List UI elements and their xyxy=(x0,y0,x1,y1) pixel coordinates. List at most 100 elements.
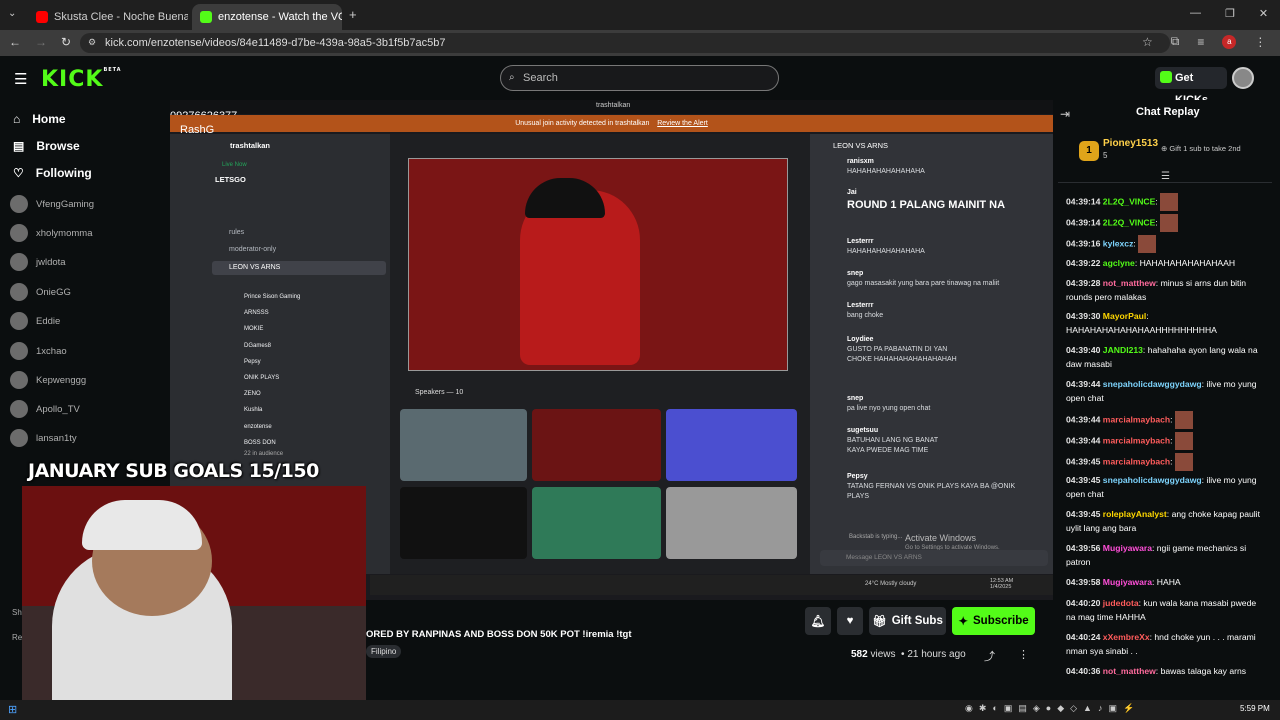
nav-browse[interactable]: ▤ Browse xyxy=(13,139,80,153)
browser-tab-1[interactable]: Skusta Clee - Noche Buena (Offi ✕ xyxy=(28,4,188,30)
avatar xyxy=(10,429,28,447)
cam-person-cap xyxy=(82,500,202,550)
collapse-chat-icon[interactable]: ⇥ xyxy=(1060,107,1070,121)
kick-logo[interactable]: KICKBETA xyxy=(41,67,122,92)
sidebar-partial-label: Re xyxy=(12,633,23,642)
avatar xyxy=(10,400,28,418)
discord-voice-users: Prince Sison Gaming ARNSSS MOKIE DGames8 Pep… xyxy=(244,294,301,446)
avatar xyxy=(10,342,28,360)
following-item[interactable]: 1xchao xyxy=(10,342,160,360)
stream-weather: 24°C Mostly cloudy xyxy=(865,581,917,587)
sidebar-partial-label: Sh xyxy=(12,608,22,617)
chat-message: 04:39:45 roleplayAnalyst: ang choke kapa… xyxy=(1066,509,1260,533)
windows-start-icon[interactable]: ⊞ xyxy=(8,703,17,716)
discord-channel: rules xyxy=(229,229,245,236)
following-item[interactable]: Eddie xyxy=(10,312,160,330)
nav-following[interactable]: ♡ Following xyxy=(13,166,92,180)
site-info-icon[interactable]: ⚙ xyxy=(88,37,96,48)
reload-icon[interactable]: ↻ xyxy=(61,35,71,49)
following-item[interactable]: lansan1ty xyxy=(10,429,160,447)
following-item[interactable]: VfengGaming xyxy=(10,195,160,213)
subscribe-button[interactable]: ✦ Subscribe xyxy=(952,607,1035,635)
more-options-icon[interactable]: ⋮ xyxy=(1018,648,1029,661)
browse-icon: ▤ xyxy=(13,139,25,153)
chat-message: 04:40:20 judedota: kun wala kana masabi … xyxy=(1066,598,1257,622)
gifter-rank-badge: 1 xyxy=(1079,141,1099,161)
avatar xyxy=(10,312,28,330)
gift-subs-button[interactable]: 🎁︎ Gift Subs xyxy=(869,607,946,635)
browser-tab-2[interactable]: enzotense - Watch the VOD ✕ xyxy=(192,4,342,30)
follow-heart-icon[interactable]: ♥ xyxy=(837,607,863,635)
chat-message: 04:39:44 marcialmaybach: xyxy=(1066,432,1266,450)
msg-author: Pepsy xyxy=(847,473,868,480)
chat-message: 04:39:16 kylexcz: xyxy=(1066,235,1266,253)
reading-list-icon[interactable]: ≡ xyxy=(1197,35,1204,49)
system-clock: 5:59 PM xyxy=(1240,704,1270,713)
discord-window-title: trashtalkan xyxy=(596,102,631,109)
minimize-icon[interactable]: — xyxy=(1190,7,1201,20)
view-count: 582 views • 21 hours ago xyxy=(851,649,966,660)
chat-message: 04:39:28 not_matthew: minus si arns dun … xyxy=(1066,278,1247,302)
stream-title: ORED BY RANPINAS AND BOSS DON 50K POT !i… xyxy=(366,629,632,640)
language-tag[interactable]: Filipino xyxy=(366,645,402,658)
profile-avatar[interactable]: a xyxy=(1222,34,1237,49)
tab-list-icon[interactable]: ⌄ xyxy=(8,8,16,19)
discord-channel: LEON VS ARNS xyxy=(229,264,281,271)
maximize-icon[interactable]: ❐ xyxy=(1225,7,1235,20)
msg-text: BATUHAN LANG NG BANAT KAYA PWEDE MAG TIM… xyxy=(847,437,939,454)
forward-icon[interactable]: → xyxy=(35,35,47,49)
following-item[interactable]: jwldota xyxy=(10,253,160,271)
gift-icon: 🎁︎ xyxy=(872,616,887,628)
msg-text: GUSTO PA PABANATIN DI YAN CHOKE HAHAHAHA… xyxy=(847,346,957,363)
audience-count: 22 in audience xyxy=(244,451,284,457)
discord-alert-bar: Unusual join activity detected in trasht… xyxy=(170,115,1053,132)
back-icon[interactable]: ← xyxy=(9,35,21,49)
emote xyxy=(1138,235,1157,253)
stream-taskbar xyxy=(370,575,1053,595)
hamburger-menu-icon[interactable]: ☰ xyxy=(14,70,27,88)
msg-text: TATANG FERNAN VS ONIK PLAYS KAYA BA @ONI… xyxy=(847,483,1016,500)
msg-author: Lesterrr xyxy=(847,302,874,309)
msg-author: snep xyxy=(847,395,864,402)
top-gifter-count: 5 xyxy=(1103,151,1108,160)
search-input[interactable]: Search xyxy=(500,65,779,91)
typing-indicator: Backstab is typing... xyxy=(849,534,903,540)
msg-author: Loydiee xyxy=(847,336,874,343)
user-avatar[interactable] xyxy=(1232,67,1254,89)
msg-text: bang choke xyxy=(847,312,884,319)
following-item[interactable]: xholymomma xyxy=(10,224,160,242)
window-close-icon[interactable]: ✕ xyxy=(1259,7,1268,20)
speakers-label: Speakers — 10 xyxy=(415,389,464,396)
emote xyxy=(1174,411,1193,429)
following-item[interactable]: Kepwenggg xyxy=(10,371,160,389)
home-icon: ⌂ xyxy=(13,112,21,126)
new-tab-icon[interactable]: + xyxy=(349,7,357,22)
discord-channel: moderator-only xyxy=(229,246,277,253)
chat-filter-icon[interactable]: ☰ xyxy=(1161,171,1170,182)
kick-favicon-icon xyxy=(200,11,212,23)
msg-text: gago masasakit yung bara pare tinawag na… xyxy=(847,280,1000,287)
chat-title: Chat Replay xyxy=(1136,106,1200,118)
discord-chat-title: LEON VS ARNS xyxy=(833,141,889,150)
heart-icon: ♡ xyxy=(13,166,24,180)
system-tray-icons[interactable]: ◉✱◐▣▤◈●◆◇▲♪▣⚡ xyxy=(965,703,1140,714)
chat-message: 04:39:44 marcialmaybach: xyxy=(1066,411,1266,429)
bookmark-star-icon[interactable]: ☆ xyxy=(1142,35,1153,49)
emote xyxy=(1160,193,1179,211)
notification-bell-icon[interactable]: 🔔︎ xyxy=(805,607,831,635)
share-icon[interactable]: ⤴ xyxy=(984,648,995,664)
tab-title: enzotense - Watch the VOD xyxy=(218,11,342,23)
menu-icon[interactable]: ⋮ xyxy=(1254,35,1266,49)
following-item[interactable]: OnieGG xyxy=(10,283,160,301)
address-bar[interactable]: kick.com/enzotense/videos/84e11489-d7be-… xyxy=(80,33,1170,53)
msg-author: sugetsuu xyxy=(847,427,879,434)
top-gifter-name: Pioney1513 xyxy=(1103,138,1159,149)
chat-message: 04:39:14 2L2Q_VINCE: xyxy=(1066,214,1266,232)
chat-message: 04:39:45 snepaholicdawggydawg: ilive mo … xyxy=(1066,475,1257,499)
following-item[interactable]: Apollo_TV xyxy=(10,400,160,418)
gift-prompt[interactable]: ⊕ Gift 1 sub to take 2nd xyxy=(1161,144,1241,153)
extensions-icon[interactable]: ⧉ xyxy=(1171,34,1180,49)
chat-message: 04:39:22 agclyne: HAHAHAHAHAHAHAAH xyxy=(1066,258,1236,268)
nav-home[interactable]: ⌂ Home xyxy=(13,112,66,126)
facecam-overlay xyxy=(22,486,366,720)
